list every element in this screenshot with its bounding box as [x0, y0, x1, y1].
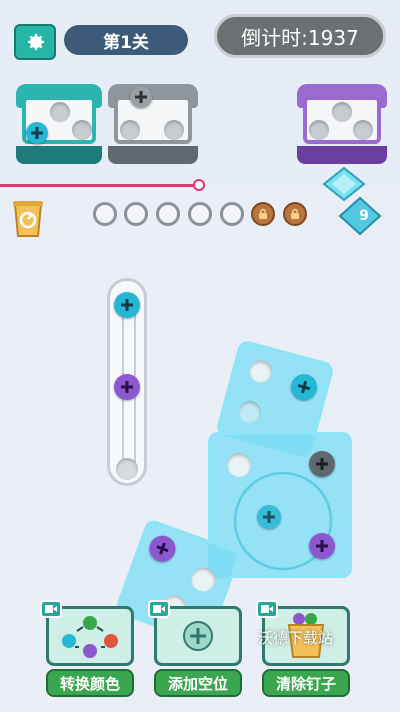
- video-ad-icon: [256, 600, 278, 618]
- box-hole: [164, 120, 184, 140]
- screw-box-purple: [297, 80, 387, 164]
- holder-slot: [220, 202, 244, 226]
- purple-screw[interactable]: [114, 374, 140, 400]
- add-slot-icon: [183, 621, 213, 651]
- locked-slot[interactable]: [251, 202, 275, 226]
- box-base: [297, 146, 387, 164]
- box-base: [108, 146, 198, 164]
- locked-slot[interactable]: [283, 202, 307, 226]
- gem-count: 9: [359, 208, 369, 224]
- gray-screw: [130, 86, 152, 108]
- lock-icon: [259, 208, 267, 219]
- gear-icon: [28, 33, 44, 51]
- box-hole: [332, 102, 352, 122]
- progress-marker: [193, 179, 205, 191]
- countdown-timer: 倒计时:1937: [214, 14, 386, 58]
- cyan-screw: [26, 122, 48, 144]
- purple-screw[interactable]: [145, 532, 180, 566]
- video-ad-icon: [148, 600, 170, 618]
- add-slot-label[interactable]: 添加空位: [154, 669, 242, 697]
- cyan-screw[interactable]: [114, 292, 140, 318]
- box-hole: [120, 120, 140, 140]
- plate-hole: [247, 357, 275, 385]
- holder-slot: [124, 202, 148, 226]
- cyan-screw[interactable]: [288, 371, 320, 404]
- box-hole: [72, 120, 92, 140]
- color-swap-icon: [62, 616, 118, 658]
- video-ad-icon: [40, 600, 62, 618]
- holder-slot: [93, 202, 117, 226]
- holder-slot: [188, 202, 212, 226]
- rail-hole: [116, 458, 138, 480]
- lock-icon: [291, 208, 299, 219]
- clear-screws-label[interactable]: 清除钉子: [262, 669, 350, 697]
- box-hole: [353, 120, 373, 140]
- screw-box-gray: [108, 80, 198, 164]
- settings-button[interactable]: [14, 24, 56, 60]
- plate-hole: [236, 398, 264, 426]
- level-label: 第1关: [64, 25, 188, 55]
- change-color-label[interactable]: 转换颜色: [46, 669, 134, 697]
- holder-slot: [156, 202, 180, 226]
- plate-hole: [227, 453, 251, 477]
- box-base: [16, 146, 102, 164]
- screw-box-teal: [16, 80, 102, 164]
- watermark-text: 沃德下载站: [258, 629, 334, 647]
- cyan-screw[interactable]: [257, 505, 281, 529]
- purple-screw[interactable]: [309, 533, 335, 559]
- trash-bin-icon[interactable]: [12, 198, 44, 238]
- box-hole: [309, 120, 329, 140]
- plate-hole: [187, 564, 219, 595]
- gray-screw[interactable]: [309, 451, 335, 477]
- level-progress-bar: [0, 184, 200, 187]
- box-hole: [50, 102, 70, 122]
